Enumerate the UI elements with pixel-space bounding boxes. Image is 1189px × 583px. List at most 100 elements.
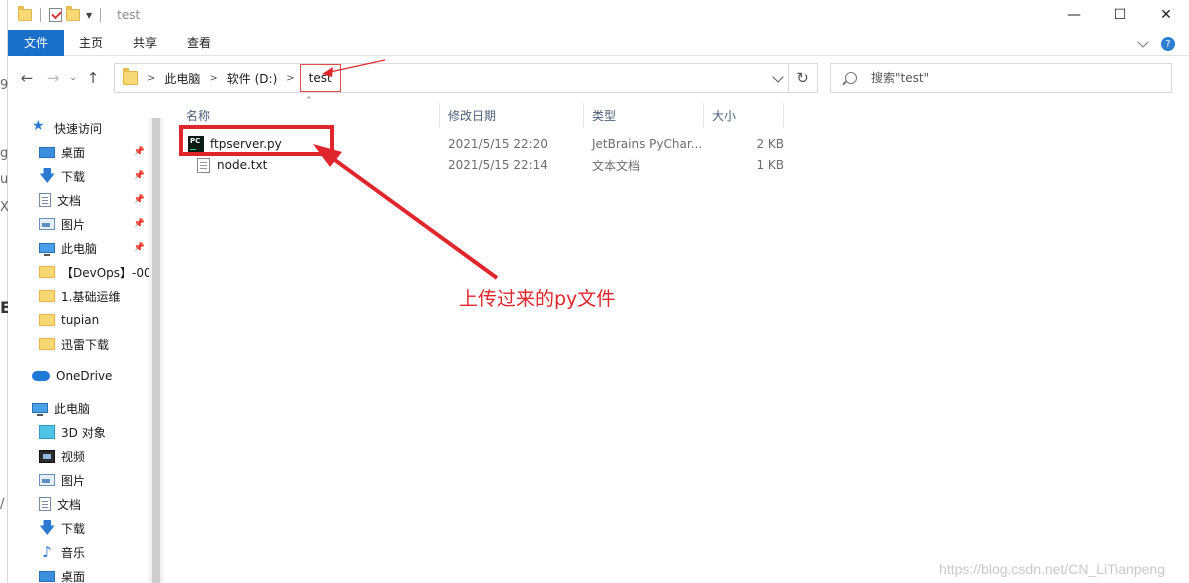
sidebar-item-label: 此电脑	[54, 401, 91, 416]
document-icon	[39, 497, 51, 511]
sidebar-item-pictures-pc[interactable]: 图片	[39, 468, 153, 492]
sidebar-item-onedrive[interactable]: OneDrive	[32, 364, 150, 388]
text-file-icon	[197, 157, 210, 173]
customize-toolbar-dropdown-icon[interactable]: ▼	[86, 11, 92, 20]
forward-arrow-icon[interactable]: →	[40, 65, 66, 91]
search-input[interactable]	[871, 71, 1151, 85]
background-fragment: /	[0, 497, 5, 512]
sidebar-item-documents[interactable]: 文档 📌	[39, 188, 153, 212]
expand-ribbon-chevron-icon[interactable]	[1137, 36, 1149, 48]
sidebar-item-label: 下载	[61, 169, 86, 184]
up-arrow-icon[interactable]: ↑	[80, 65, 106, 91]
sidebar-item-music[interactable]: ♪ 音乐	[39, 540, 153, 564]
help-icon[interactable]: ?	[1161, 37, 1175, 51]
sidebar-scrollbar[interactable]	[149, 118, 163, 583]
file-list: ⌃ 名称 修改日期 类型 大小 ftpserver.py 2021/5/15 2…	[164, 96, 1189, 583]
annotation-label: 上传过来的py文件	[459, 288, 616, 310]
pin-icon: 📌	[133, 195, 145, 205]
computer-icon	[39, 243, 55, 256]
refresh-icon: ↻	[796, 69, 809, 87]
address-bar[interactable]: > 此电脑 > 软件 (D:) > test	[114, 63, 789, 93]
scrollbar-thumb[interactable]	[152, 118, 160, 583]
folder-icon	[39, 266, 55, 278]
watermark: https://blog.csdn.net/CN_LiTianpeng	[939, 561, 1165, 577]
picture-icon	[39, 218, 55, 230]
column-header-name[interactable]: 名称	[178, 103, 440, 127]
folder-icon	[39, 290, 55, 302]
sidebar-item-downloads-pc[interactable]: 🡇 下载	[39, 516, 153, 540]
tab-file[interactable]: 文件	[8, 29, 64, 56]
file-size: 1 KB	[756, 158, 784, 172]
breadcrumb-this-pc[interactable]: 此电脑	[164, 70, 200, 87]
column-header-modified[interactable]: 修改日期	[440, 103, 584, 127]
sidebar-item-videos[interactable]: 视频	[39, 444, 153, 468]
quick-access-toolbar: ▼	[18, 6, 105, 22]
toolbar-divider	[40, 8, 41, 22]
new-folder-icon[interactable]	[66, 6, 80, 21]
refresh-button[interactable]: ↻	[788, 63, 818, 93]
folder-icon	[39, 338, 55, 350]
close-button[interactable]: ✕	[1143, 0, 1189, 30]
properties-icon[interactable]	[49, 8, 62, 22]
window-controls: — ☐ ✕	[1051, 0, 1189, 30]
sidebar-item-label: 1.基础运维	[61, 289, 121, 304]
window-title: test	[117, 8, 141, 22]
folder-icon[interactable]	[18, 6, 32, 21]
maximize-button[interactable]: ☐	[1097, 0, 1143, 30]
recent-locations-chevron-icon[interactable]: ⌄	[66, 65, 80, 91]
tab-share[interactable]: 共享	[118, 30, 172, 56]
breadcrumb-chevron-icon[interactable]: >	[209, 73, 217, 84]
music-icon: ♪	[42, 543, 52, 561]
pin-icon: 📌	[133, 171, 145, 181]
sidebar-item-label: 快速访问	[54, 121, 103, 136]
search-box[interactable]	[830, 63, 1172, 93]
sidebar-item-3d-objects[interactable]: 3D 对象	[39, 420, 153, 444]
sidebar-item-pictures[interactable]: 图片 📌	[39, 212, 153, 236]
navigation-pane: 快速访问 桌面 📌 🡇 下载 📌 文档 📌 图片 📌 此电脑 📌	[8, 100, 160, 583]
navigation-bar: ← → ⌄ ↑ > 此电脑 > 软件 (D:) > test ↻	[8, 56, 1189, 100]
sidebar-item-label: 视频	[61, 449, 86, 464]
tab-view[interactable]: 查看	[172, 30, 226, 56]
file-type: JetBrains PyChar...	[592, 137, 703, 151]
sidebar-item-label: 文档	[57, 497, 82, 512]
sidebar-item-desktop-pc[interactable]: 桌面	[39, 564, 153, 583]
sidebar-item-downloads[interactable]: 🡇 下载 📌	[39, 164, 153, 188]
sidebar-item-label: 文档	[57, 193, 82, 208]
sidebar-item-label: 3D 对象	[61, 425, 106, 440]
star-icon	[32, 118, 48, 135]
sidebar-item-basic-ops[interactable]: 1.基础运维	[39, 284, 153, 308]
file-name-cell[interactable]: node.txt	[197, 154, 267, 176]
minimize-button[interactable]: —	[1051, 0, 1097, 30]
sidebar-item-desktop[interactable]: 桌面 📌	[39, 140, 153, 164]
sidebar-item-thunder-downloads[interactable]: 迅雷下载	[39, 332, 153, 356]
breadcrumb-chevron-icon[interactable]: >	[147, 73, 155, 84]
sidebar-item-label: tupian	[61, 313, 100, 327]
download-icon: 🡇	[39, 518, 56, 537]
sidebar-item-this-pc-pinned[interactable]: 此电脑 📌	[39, 236, 153, 260]
sidebar-item-tupian[interactable]: tupian	[39, 308, 153, 332]
breadcrumb-chevron-icon[interactable]: >	[286, 73, 294, 84]
sidebar-item-devops[interactable]: 【DevOps】-00	[39, 260, 151, 284]
breadcrumb-current-folder[interactable]: test	[299, 64, 341, 92]
sidebar-item-documents-pc[interactable]: 文档	[39, 492, 153, 516]
back-arrow-icon[interactable]: ←	[14, 65, 40, 91]
column-header-type[interactable]: 类型	[584, 103, 704, 127]
file-modified: 2021/5/15 22:14	[448, 158, 548, 172]
sidebar-item-label: 音乐	[61, 545, 86, 560]
breadcrumb-drive-d[interactable]: 软件 (D:)	[227, 70, 277, 87]
download-icon: 🡇	[39, 166, 56, 185]
cube-icon	[39, 425, 55, 439]
column-header-size[interactable]: 大小	[704, 103, 784, 127]
sidebar-item-label: 迅雷下载	[61, 337, 110, 352]
sidebar-item-this-pc[interactable]: 此电脑	[32, 396, 150, 420]
file-size: 2 KB	[756, 137, 784, 151]
file-modified: 2021/5/15 22:20	[448, 137, 548, 151]
tab-home[interactable]: 主页	[64, 30, 118, 56]
folder-icon	[39, 314, 55, 326]
sidebar-item-label: 此电脑	[61, 241, 98, 256]
background-fragment: u	[0, 172, 9, 187]
file-row[interactable]: node.txt 2021/5/15 22:14 文本文档 1 KB	[182, 154, 787, 176]
file-explorer-window: ▼ test — ☐ ✕ 文件 主页 共享 查看 ? ← → ⌄ ↑ > 此电脑…	[8, 0, 1189, 583]
address-history-dropdown-icon[interactable]	[772, 71, 784, 83]
sidebar-item-label: 桌面	[61, 569, 86, 583]
